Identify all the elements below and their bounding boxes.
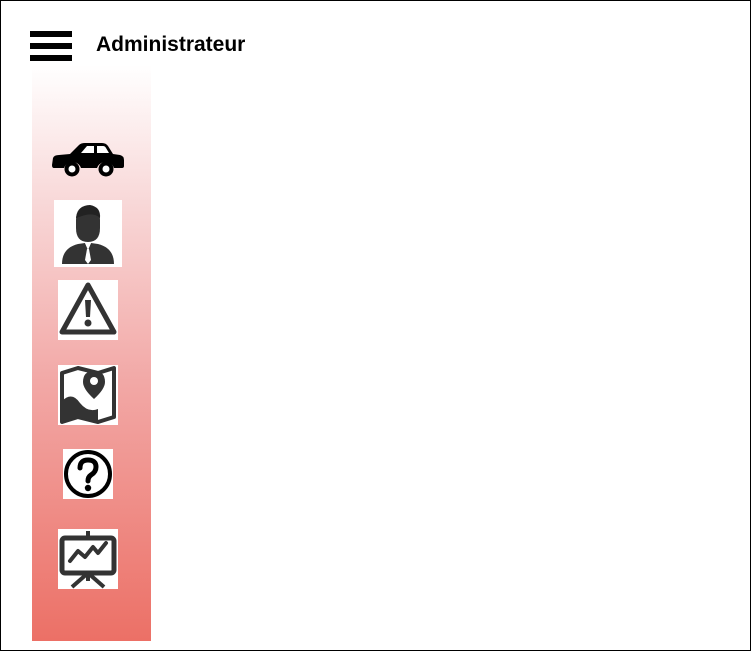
car-icon <box>52 143 124 177</box>
sidebar-item-statistics[interactable] <box>58 529 118 589</box>
presentation-chart-icon <box>59 531 117 589</box>
hamburger-line <box>30 43 72 49</box>
map-pin-icon <box>60 366 116 424</box>
app-window: Administrateur <box>0 0 751 651</box>
sidebar-item-vehicles[interactable] <box>49 139 127 179</box>
sidebar-item-alerts[interactable] <box>58 280 118 340</box>
page-title: Administrateur <box>96 33 246 56</box>
hamburger-line <box>30 55 72 61</box>
help-icon <box>64 450 112 498</box>
hamburger-menu-icon <box>30 31 72 37</box>
hamburger-menu-button[interactable] <box>30 30 73 63</box>
sidebar-item-help[interactable] <box>63 449 113 499</box>
sidebar-item-users[interactable] <box>54 200 122 267</box>
user-icon <box>62 205 114 264</box>
sidebar-item-map[interactable] <box>58 365 118 425</box>
warning-icon <box>59 282 117 335</box>
sidebar <box>32 65 151 641</box>
